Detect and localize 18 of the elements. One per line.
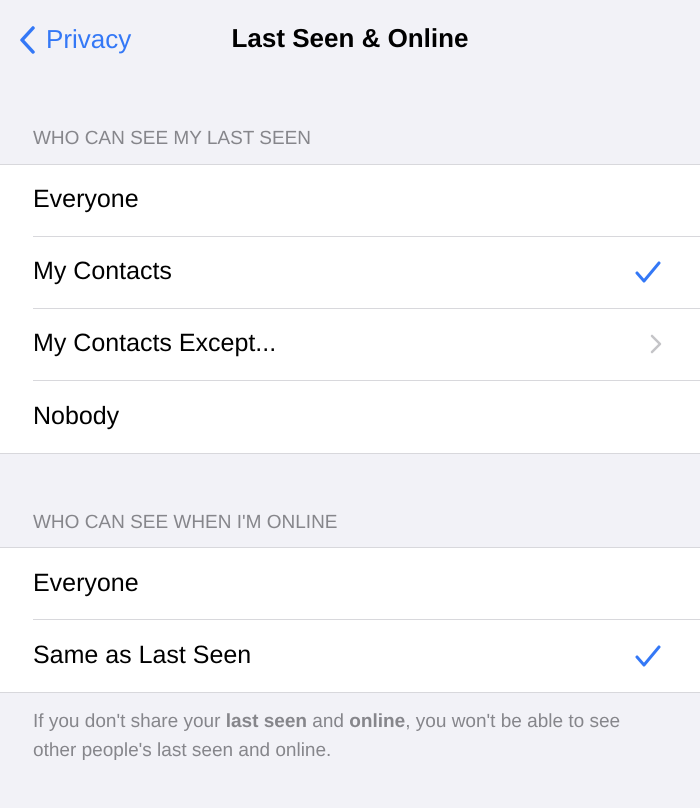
row-label: Everyone [33, 568, 140, 599]
row-label: My Contacts [33, 256, 173, 288]
section-footer: If you don't share your last seen and online, you won't be able to see other people's last seen and online. [0, 693, 700, 765]
settings-row[interactable]: Everyone [33, 164, 700, 236]
section-header: WHO CAN SEE WHEN I'M ONLINE [32, 510, 338, 534]
back-chevron-icon [18, 24, 36, 54]
settings-row[interactable]: Nobody [33, 380, 700, 452]
settings-row[interactable]: Same as Last Seen [33, 620, 700, 692]
row-label: Same as Last Seen [33, 640, 252, 672]
row-label: My Contacts Except... [33, 328, 278, 360]
settings-row[interactable]: Everyone [33, 548, 700, 620]
section-header: WHO CAN SEE MY LAST SEEN [32, 127, 312, 151]
back-button[interactable]: Privacy [18, 20, 132, 59]
row-label: Nobody [33, 400, 120, 432]
settings-row[interactable]: My Contacts [33, 236, 700, 308]
row-label: Everyone [33, 184, 140, 216]
settings-row[interactable]: My Contacts Except... [33, 308, 700, 380]
screen-title: Last Seen & Online [232, 22, 468, 54]
